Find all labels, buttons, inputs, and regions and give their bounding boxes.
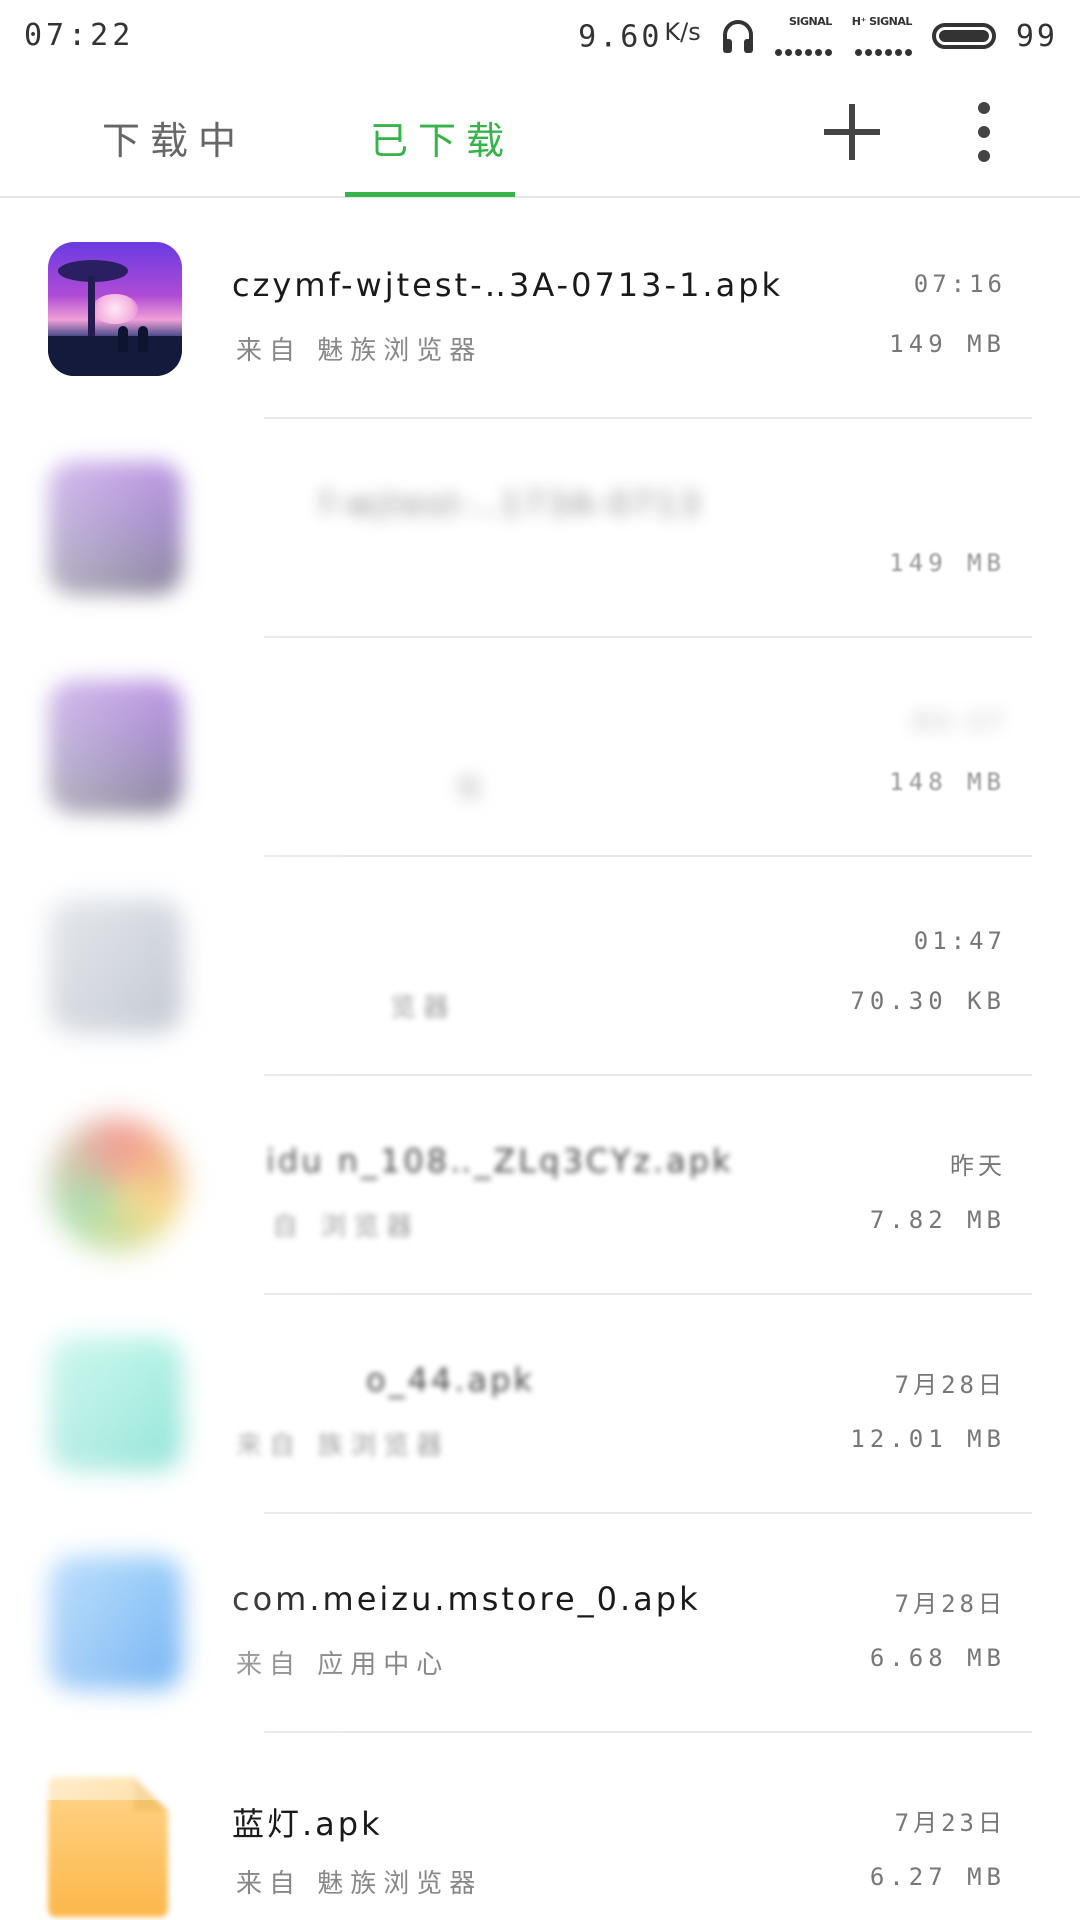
network-speed-unit: K/s — [664, 17, 701, 46]
tab-header: 下载中 已下载 — [0, 72, 1080, 198]
blurred-app-icon — [48, 899, 182, 1033]
file-size: 12.01 MB — [850, 1425, 1006, 1453]
file-source: 来自 应用中心 — [236, 1650, 450, 1680]
apk-file-icon — [48, 1777, 168, 1917]
file-name: czymf-wjtest-‥3A-0713-1.apk — [232, 266, 784, 304]
download-item[interactable]: czymf-wjtest-‥3A-0713-1.apk 来自 魅族浏览器 07:… — [0, 200, 1080, 419]
sim2-label: H⁺ SIGNAL — [851, 15, 913, 28]
file-source: 览器 — [390, 993, 457, 1023]
download-item[interactable]: 载 03:27 148 MB — [0, 638, 1080, 857]
game-app-icon — [48, 242, 182, 376]
file-source: 载 — [456, 774, 490, 804]
sim2-signal-icon: H⁺ SIGNAL — [852, 16, 912, 56]
plus-icon[interactable] — [820, 100, 884, 164]
more-vertical-icon[interactable] — [966, 100, 1002, 164]
network-speed: 9.60K/s — [578, 18, 701, 54]
download-item[interactable]: o_44.apk 来自 族浏览器 7月28日 12.01 MB — [0, 1295, 1080, 1514]
file-time: 03:27 — [913, 708, 1006, 736]
download-item[interactable]: 蓝灯.apk 来自 魅族浏览器 7月23日 6.27 MB — [0, 1733, 1080, 1920]
download-item[interactable]: 览器 01:47 70.30 KB — [0, 857, 1080, 1076]
blurred-app-icon — [48, 461, 182, 595]
file-size: 6.27 MB — [869, 1863, 1006, 1891]
downloads-screen: 07:22 9.60K/s SIGNAL H⁺ SIGNAL 99 下载中 已下… — [0, 0, 1080, 1920]
network-speed-value: 9.60 — [578, 19, 663, 55]
file-time: 7月28日 — [894, 1371, 1006, 1399]
file-source: 自 浏览器 — [272, 1212, 420, 1242]
file-name: 蓝灯.apk — [232, 1805, 383, 1843]
status-bar: 07:22 9.60K/s SIGNAL H⁺ SIGNAL 99 — [0, 0, 1080, 72]
file-source: 来自 族浏览器 — [236, 1431, 450, 1461]
status-icons: 9.60K/s SIGNAL H⁺ SIGNAL 99 — [578, 10, 1058, 62]
file-source: 来自 魅族浏览器 — [236, 336, 483, 366]
sim1-label: SIGNAL — [788, 15, 832, 28]
file-time: 7月28日 — [894, 1590, 1006, 1618]
file-name: com.meizu.mstore_0.apk — [232, 1580, 701, 1618]
teal-app-icon — [48, 1337, 182, 1471]
tab-downloading[interactable]: 下载中 — [102, 110, 246, 165]
file-size: 7.82 MB — [869, 1206, 1006, 1234]
file-name: o_44.apk — [366, 1361, 535, 1399]
file-size: 70.30 KB — [850, 987, 1006, 1015]
download-item[interactable]: com.meizu.mstore_0.apk 来自 应用中心 7月28日 6.6… — [0, 1514, 1080, 1733]
download-item[interactable]: f-wjtest-‥173A-0713 149 MB — [0, 419, 1080, 638]
file-name: idu n_108‥_ZLq3CYz.apk — [266, 1142, 734, 1180]
file-name: f-wjtest-‥173A-0713 — [320, 485, 703, 523]
tab-downloaded[interactable]: 已下载 — [370, 110, 514, 165]
active-tab-indicator — [345, 192, 515, 197]
file-size: 149 MB — [889, 549, 1006, 577]
chrome-app-icon — [48, 1118, 182, 1252]
download-item[interactable]: idu n_108‥_ZLq3CYz.apk 自 浏览器 昨天 7.82 MB — [0, 1076, 1080, 1295]
file-time: 7月23日 — [894, 1809, 1006, 1837]
file-size: 148 MB — [889, 768, 1006, 796]
app-store-icon — [48, 1556, 182, 1690]
sim1-signal-icon: SIGNAL — [774, 15, 832, 56]
file-time: 昨天 — [950, 1152, 1006, 1180]
headphones-icon — [722, 20, 753, 53]
battery-icon — [931, 23, 996, 49]
clock: 07:22 — [24, 18, 135, 53]
file-size: 149 MB — [889, 330, 1006, 358]
file-time: 01:47 — [913, 927, 1006, 955]
file-source: 来自 魅族浏览器 — [236, 1869, 483, 1899]
download-list: czymf-wjtest-‥3A-0713-1.apk 来自 魅族浏览器 07:… — [0, 200, 1080, 1920]
blurred-app-icon — [48, 680, 182, 814]
file-size: 6.68 MB — [869, 1644, 1006, 1672]
battery-level: 99 — [1015, 18, 1058, 54]
file-time: 07:16 — [913, 270, 1006, 298]
